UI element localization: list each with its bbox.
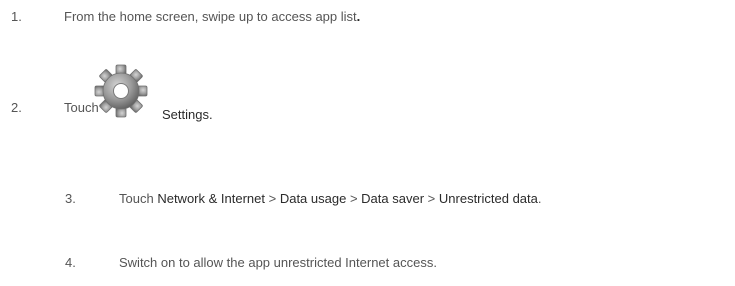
step-1-body: From the home screen, swipe up to access… (64, 9, 357, 24)
step-3-prefix: Touch (119, 191, 154, 206)
settings-label: Settings (162, 107, 209, 122)
step-1-number: 1. (11, 9, 22, 24)
step-2-settings: Settings. (162, 107, 213, 123)
step-4-text: Switch on to allow the app unrestricted … (119, 255, 437, 270)
step-3-number: 3. (65, 191, 76, 206)
step-1-period: . (356, 9, 361, 24)
gear-icon (94, 64, 148, 118)
path-data-usage: Data usage (279, 191, 347, 206)
path-separator: > (427, 191, 436, 206)
step-2-suffix: . (208, 107, 213, 122)
path-network-internet: Network & Internet (157, 191, 265, 206)
path-data-saver: Data saver (361, 191, 425, 206)
path-separator: > (349, 191, 358, 206)
step-3-text: Touch Network & Internet > Data usage > … (119, 191, 542, 207)
path-separator: > (268, 191, 277, 206)
step-4-number: 4. (65, 255, 76, 270)
step-1-text: From the home screen, swipe up to access… (64, 9, 360, 25)
step-2-number: 2. (11, 100, 22, 115)
path-unrestricted-data: Unrestricted data (438, 191, 538, 206)
step-3-suffix: . (537, 191, 542, 206)
